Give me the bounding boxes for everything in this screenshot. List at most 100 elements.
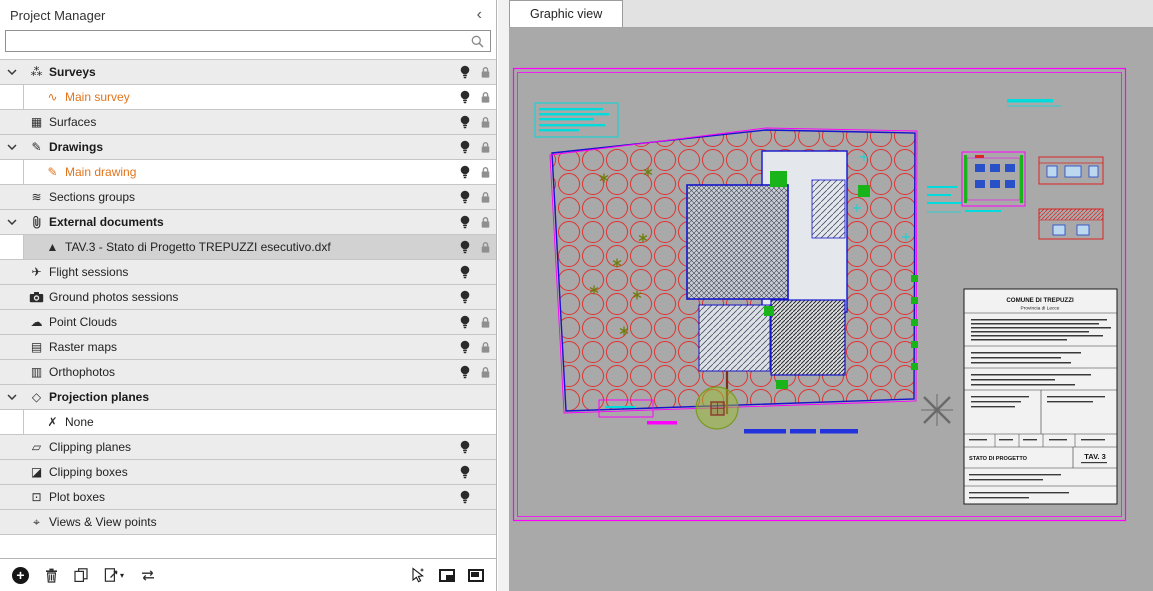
- project-tree: ⁂ Surveys ∿ Main survey ▦ Surfaces: [0, 59, 496, 535]
- tree-label: TAV.3 - Stato di Progetto TREPUZZI esecu…: [65, 240, 331, 254]
- clipping-plane-icon: ▱: [28, 441, 45, 453]
- tree-label: Orthophotos: [49, 365, 115, 379]
- visibility-bulb-icon[interactable]: [460, 215, 470, 230]
- drawings-icon: ✎: [28, 141, 45, 153]
- tree-label: Surveys: [49, 65, 96, 79]
- visibility-bulb-icon[interactable]: [460, 340, 470, 355]
- visibility-bulb-icon[interactable]: [460, 490, 470, 505]
- site-plan: [550, 128, 918, 429]
- tree-row-plot-boxes[interactable]: ⊡ Plot boxes: [0, 485, 496, 510]
- tree-row-point-clouds[interactable]: ☁ Point Clouds: [0, 310, 496, 335]
- tree-label: Flight sessions: [49, 265, 128, 279]
- title-block-doc-title: STATO DI PROGETTO: [969, 456, 1028, 462]
- tree-row-main-survey[interactable]: ∿ Main survey: [0, 85, 496, 110]
- tree-row-projection-none[interactable]: ✗ None: [0, 410, 496, 435]
- tree-label: Sections groups: [49, 190, 135, 204]
- lock-icon[interactable]: [480, 366, 491, 379]
- export-button[interactable]: ▾: [104, 568, 124, 582]
- tree-label: Views & View points: [49, 515, 157, 529]
- paperclip-icon: [28, 215, 45, 230]
- visibility-bulb-icon[interactable]: [460, 315, 470, 330]
- tree-row-main-drawing[interactable]: ✎ Main drawing: [0, 160, 496, 185]
- view-tabbar: Graphic view: [509, 0, 1153, 28]
- visibility-bulb-icon[interactable]: [460, 265, 470, 280]
- visibility-bulb-icon[interactable]: [460, 65, 470, 80]
- tree-row-raster-maps[interactable]: ▤ Raster maps: [0, 335, 496, 360]
- tree-row-orthophotos[interactable]: ▥ Orthophotos: [0, 360, 496, 385]
- raster-map-icon: ▤: [28, 341, 45, 353]
- lock-icon[interactable]: [480, 116, 491, 129]
- tree-row-clipping-planes[interactable]: ▱ Clipping planes: [0, 435, 496, 460]
- tree-row-ground-photos[interactable]: Ground photos sessions: [0, 285, 496, 310]
- tree-label: Drawings: [49, 140, 103, 154]
- drone-icon: ✈: [28, 266, 45, 278]
- tree-label: Point Clouds: [49, 315, 117, 329]
- tree-label: Ground photos sessions: [49, 290, 178, 304]
- tree-row-surfaces[interactable]: ▦ Surfaces: [0, 110, 496, 135]
- lock-icon[interactable]: [480, 216, 491, 229]
- delete-button[interactable]: [45, 568, 58, 583]
- duplicate-button[interactable]: [74, 568, 88, 582]
- dropdown-chevron-icon: ▾: [120, 571, 124, 580]
- lock-icon[interactable]: [480, 91, 491, 104]
- pick-select-button[interactable]: [410, 567, 426, 583]
- tree-label: External documents: [49, 215, 164, 229]
- switch-view-button[interactable]: [468, 569, 484, 582]
- tree-label: Clipping boxes: [49, 465, 128, 479]
- clipping-box-icon: ◪: [28, 466, 45, 478]
- add-button[interactable]: +: [12, 567, 29, 584]
- visibility-bulb-icon[interactable]: [460, 165, 470, 180]
- update-button[interactable]: [140, 570, 156, 581]
- lock-icon[interactable]: [480, 341, 491, 354]
- sections-icon: ≋: [28, 191, 45, 203]
- lock-icon[interactable]: [480, 191, 491, 204]
- projection-plane-icon: ◇: [28, 391, 45, 403]
- visibility-bulb-icon[interactable]: [460, 440, 470, 455]
- visibility-bulb-icon[interactable]: [460, 115, 470, 130]
- tab-label: Graphic view: [530, 7, 602, 21]
- visibility-bulb-icon[interactable]: [460, 465, 470, 480]
- tree-row-views[interactable]: ⌖ Views & View points: [0, 510, 496, 535]
- tree-row-projection-planes[interactable]: ◇ Projection planes: [0, 385, 496, 410]
- tree-row-dxf-document[interactable]: ▲ TAV.3 - Stato di Progetto TREPUZZI ese…: [0, 235, 496, 260]
- visibility-bulb-icon[interactable]: [460, 365, 470, 380]
- search-icon: [471, 35, 484, 48]
- project-manager-panel: Project Manager ‹ ⁂ Surveys ∿ Main surve: [0, 0, 497, 591]
- drawing-icon: ✎: [44, 166, 61, 178]
- chevron-down-icon[interactable]: [7, 394, 17, 400]
- building-blocks: [687, 151, 847, 375]
- visibility-bulb-icon[interactable]: [460, 240, 470, 255]
- graphic-view-canvas[interactable]: COMUNE DI TREPUZZI Provincia di Lecce: [509, 28, 1153, 591]
- tree-label: Plot boxes: [49, 490, 105, 504]
- lock-icon[interactable]: [480, 66, 491, 79]
- lock-icon[interactable]: [480, 316, 491, 329]
- lock-icon[interactable]: [480, 241, 491, 254]
- tree-row-surveys[interactable]: ⁂ Surveys: [0, 60, 496, 85]
- add-view-button[interactable]: [439, 569, 455, 582]
- title-block-municipality: COMUNE DI TREPUZZI: [1006, 297, 1074, 304]
- dxf-file-icon: ▲: [44, 241, 61, 253]
- visibility-bulb-icon[interactable]: [460, 90, 470, 105]
- cad-drawing: COMUNE DI TREPUZZI Provincia di Lecce: [509, 28, 1153, 591]
- tree-row-sections-groups[interactable]: ≋ Sections groups: [0, 185, 496, 210]
- panel-header: Project Manager ‹: [0, 0, 496, 30]
- lock-icon[interactable]: [480, 166, 491, 179]
- chevron-down-icon[interactable]: [7, 69, 17, 75]
- tab-graphic-view[interactable]: Graphic view: [509, 0, 623, 27]
- visibility-bulb-icon[interactable]: [460, 190, 470, 205]
- tree-label: None: [65, 415, 94, 429]
- tree-row-flight-sessions[interactable]: ✈ Flight sessions: [0, 260, 496, 285]
- panel-splitter[interactable]: [498, 0, 509, 591]
- chevron-down-icon[interactable]: [7, 219, 17, 225]
- chevron-down-icon[interactable]: [7, 144, 17, 150]
- survey-icon: ∿: [44, 91, 61, 103]
- collapse-panel-button[interactable]: ‹: [477, 7, 486, 23]
- visibility-bulb-icon[interactable]: [460, 290, 470, 305]
- surveys-icon: ⁂: [28, 66, 45, 78]
- search-input[interactable]: [5, 30, 491, 52]
- tree-row-drawings[interactable]: ✎ Drawings: [0, 135, 496, 160]
- visibility-bulb-icon[interactable]: [460, 140, 470, 155]
- tree-row-clipping-boxes[interactable]: ◪ Clipping boxes: [0, 460, 496, 485]
- lock-icon[interactable]: [480, 141, 491, 154]
- tree-row-external-documents[interactable]: External documents: [0, 210, 496, 235]
